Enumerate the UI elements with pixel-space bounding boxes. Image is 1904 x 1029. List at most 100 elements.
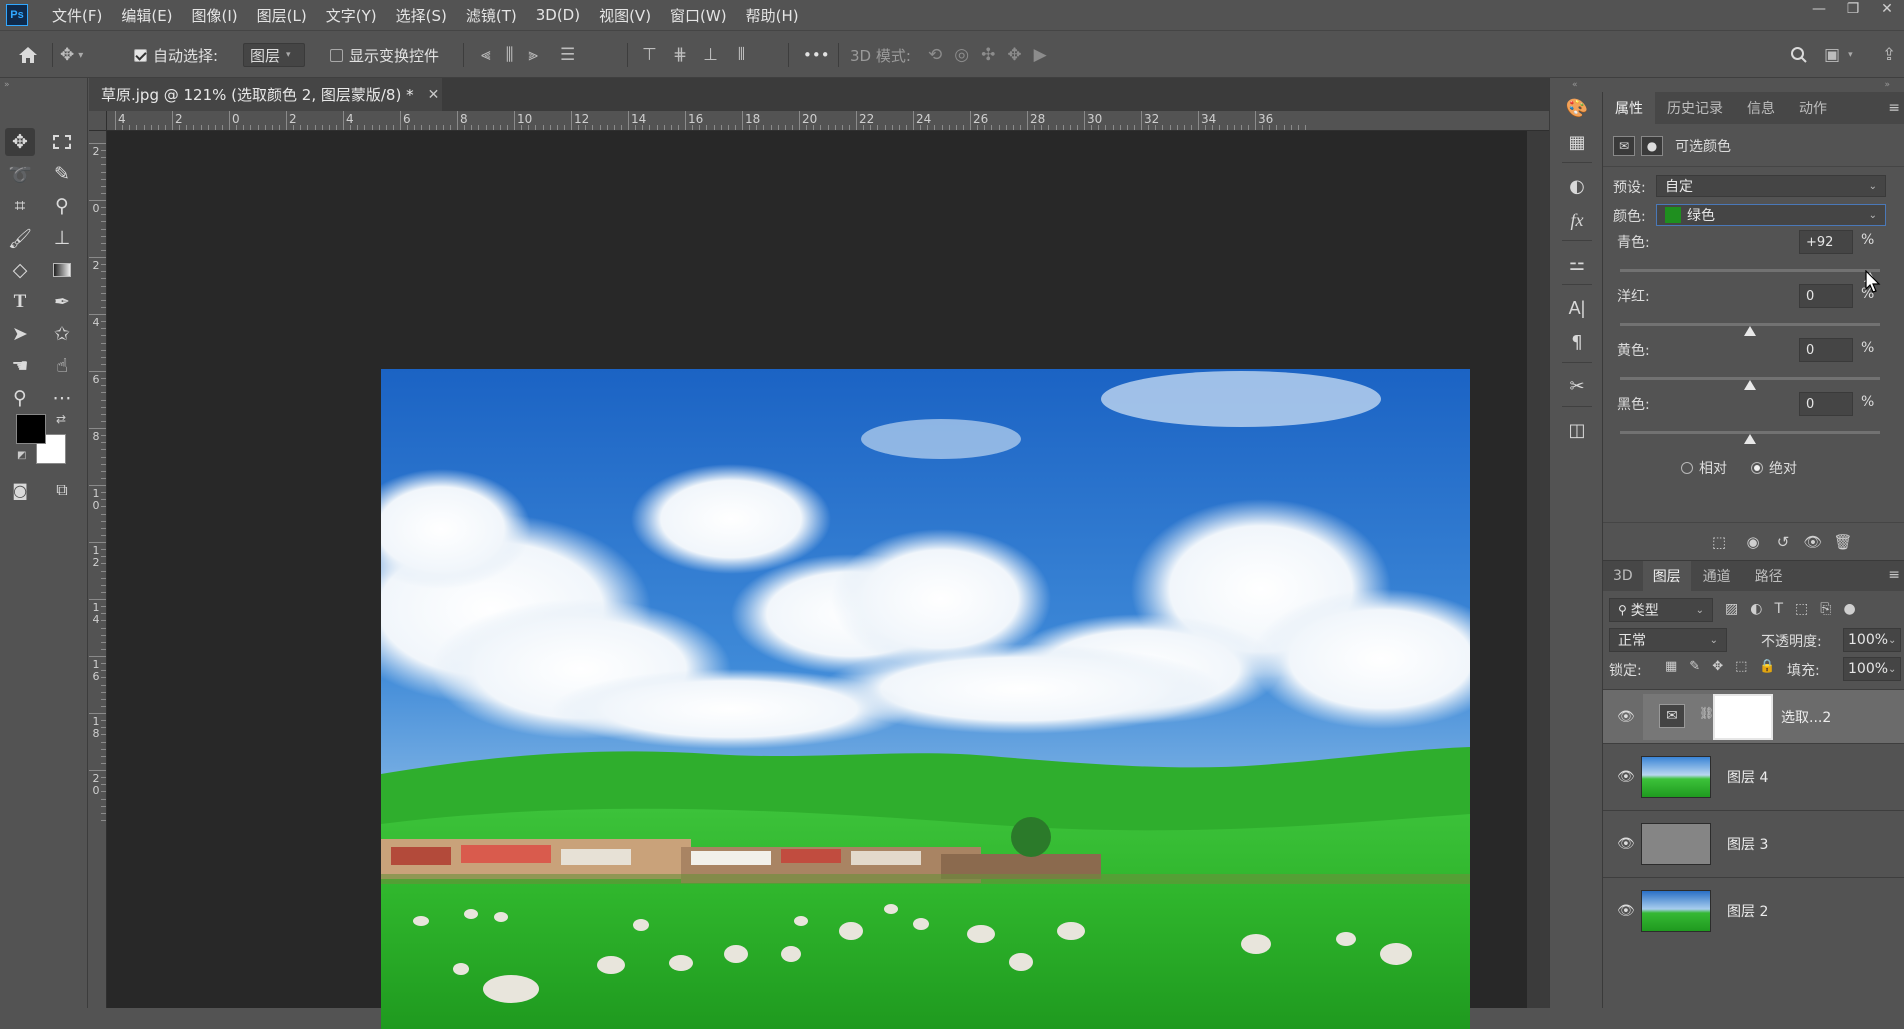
brush-tool-icon[interactable]: 🖌 — [5, 224, 35, 252]
tab-info[interactable]: 信息 — [1735, 92, 1787, 124]
paragraph-icon[interactable]: ¶ — [1563, 328, 1591, 356]
tab-layers[interactable]: 图层 — [1642, 561, 1691, 591]
filter-toggle-icon[interactable]: ● — [1843, 601, 1855, 617]
share-button[interactable]: ⇪ — [1882, 31, 1896, 79]
align-right-icon[interactable]: ⫸ — [528, 45, 538, 65]
cyan-slider-track[interactable] — [1620, 269, 1880, 272]
link-icon[interactable]: ⛓ — [1699, 706, 1714, 720]
opacity-input[interactable]: 100% ⌄ — [1843, 628, 1901, 652]
layer-filter-dropdown[interactable]: ⚲ 类型 ⌄ — [1609, 598, 1713, 622]
lasso-tool-icon[interactable]: ➰ — [5, 160, 35, 188]
menu-window[interactable]: 窗口(W) — [670, 5, 727, 26]
artboard-icon[interactable]: ◫ — [1563, 416, 1591, 444]
delete-adjustment-icon[interactable]: 🗑 — [1831, 530, 1855, 554]
distribute-vertical-icon[interactable]: ⫴ — [738, 45, 745, 65]
selective-color-icon[interactable]: ✉ — [1613, 136, 1635, 156]
swap-colors-icon[interactable]: ⇄ — [56, 412, 66, 426]
adjustments-icon[interactable]: ◐ — [1563, 172, 1591, 200]
path-select-tool-icon[interactable]: ➤ — [5, 320, 35, 348]
smudge-tool-icon[interactable]: ☝ — [47, 352, 77, 380]
method-absolute-radio[interactable] — [1751, 462, 1763, 474]
collapse-icon[interactable]: » — [4, 80, 10, 90]
menu-image[interactable]: 图像(I) — [192, 5, 238, 26]
tab-properties[interactable]: 属性 — [1603, 92, 1655, 124]
menu-3d[interactable]: 3D(D) — [536, 6, 580, 24]
camera-3d-icon[interactable]: ▶ — [1034, 45, 1047, 65]
screen-mode-icon[interactable]: ⧉ — [47, 476, 77, 504]
layer-name[interactable]: 图层 4 — [1727, 767, 1768, 787]
color-palette-icon[interactable]: 🎨 — [1563, 94, 1591, 122]
align-bottom-icon[interactable]: ⊥ — [703, 45, 718, 65]
filter-type-icon[interactable]: T — [1774, 601, 1783, 617]
shape-tool-icon[interactable]: ✩ — [47, 320, 77, 348]
show-transform-checkbox[interactable] — [330, 48, 343, 62]
layer-row-2[interactable]: 👁 图层 2 — [1603, 877, 1904, 944]
yellow-value-input[interactable]: 0 — [1799, 338, 1853, 362]
filter-pixel-icon[interactable]: ▨ — [1725, 601, 1738, 617]
tab-actions[interactable]: 动作 — [1787, 92, 1839, 124]
restore-button[interactable]: ❐ — [1836, 0, 1870, 18]
lock-all-icon[interactable]: 🔒 — [1759, 659, 1775, 674]
visibility-icon[interactable]: 👁 — [1801, 530, 1825, 554]
eraser-tool-icon[interactable]: ◇ — [5, 256, 35, 284]
layer-name[interactable]: 图层 3 — [1727, 834, 1768, 854]
panel-menu-icon[interactable]: ≡ — [1888, 100, 1900, 116]
zoom-tool-icon[interactable]: ⚲ — [5, 384, 35, 412]
character-icon[interactable]: A| — [1563, 294, 1591, 322]
filter-adjustment-icon[interactable]: ◐ — [1750, 601, 1762, 617]
tab-history[interactable]: 历史记录 — [1655, 92, 1735, 124]
gradient-tool-icon[interactable] — [47, 256, 77, 284]
visibility-eye-icon[interactable]: 👁 — [1617, 903, 1635, 919]
more-tools-icon[interactable]: ⋯ — [47, 384, 77, 412]
layer-row-selective-color[interactable]: 👁 ✉ ⛓ 选取...2 — [1603, 689, 1904, 743]
collapse-panel-icon[interactable]: » — [1884, 80, 1890, 90]
cyan-value-input[interactable]: +92 — [1799, 230, 1853, 254]
auto-select-toggle[interactable]: 自动选择: — [134, 31, 218, 79]
type-tool-icon[interactable]: T — [5, 288, 35, 316]
align-left-icon[interactable]: ⫷ — [481, 45, 491, 65]
menu-edit[interactable]: 编辑(E) — [121, 5, 172, 26]
layer-row-3[interactable]: 👁 图层 3 — [1603, 810, 1904, 877]
magenta-value-input[interactable]: 0 — [1799, 284, 1853, 308]
method-absolute-option[interactable]: 绝对 — [1751, 458, 1797, 478]
menu-filter[interactable]: 滤镜(T) — [466, 5, 517, 26]
vertical-ruler[interactable]: 2 0 2 4 6 8 1 0 1 2 1 4 1 6 1 8 2 0 — [89, 131, 107, 1008]
clip-to-layer-icon[interactable]: ⬚ — [1707, 530, 1731, 554]
drag-3d-icon[interactable]: ✣ — [981, 45, 995, 65]
crop-tool-icon[interactable]: ⌗ — [5, 192, 35, 220]
align-middle-icon[interactable]: ⋕ — [673, 45, 687, 65]
lock-transparency-icon[interactable]: ▦ — [1665, 659, 1677, 674]
align-center-icon[interactable]: ⫼ — [506, 45, 514, 65]
tab-3d[interactable]: 3D — [1603, 561, 1643, 591]
move-tool-preset[interactable]: ✥ ▾ — [60, 31, 83, 79]
horizontal-ruler[interactable]: 4 2 0 2 4 6 8 10 12 14 16 18 20 22 24 26 28 30 32 34 36 — [107, 111, 1549, 131]
view-previous-icon[interactable]: ◉ — [1741, 530, 1765, 554]
tab-paths[interactable]: 路径 — [1743, 561, 1795, 591]
quick-select-tool-icon[interactable]: ✎ — [47, 160, 77, 188]
menu-file[interactable]: 文件(F) — [52, 5, 102, 26]
align-top-icon[interactable]: ⊤ — [642, 45, 657, 65]
eyedropper-tool-icon[interactable]: ⚲ — [47, 192, 77, 220]
menu-select[interactable]: 选择(S) — [396, 5, 447, 26]
ruler-origin[interactable] — [89, 111, 107, 131]
workspace-button[interactable]: ▣ ▾ — [1824, 31, 1853, 79]
foreground-color-swatch[interactable] — [16, 414, 46, 444]
close-icon[interactable]: ✕ — [428, 87, 440, 103]
method-relative-option[interactable]: 相对 — [1681, 458, 1727, 478]
fill-input[interactable]: 100% ⌄ — [1843, 657, 1901, 681]
expand-panels-icon[interactable]: « — [1572, 80, 1578, 90]
libraries-icon[interactable]: ⚍ — [1563, 250, 1591, 278]
show-transform-toggle[interactable]: 显示变换控件 — [330, 31, 439, 79]
visibility-eye-icon[interactable]: 👁 — [1617, 709, 1635, 725]
layer-mask-thumbnail[interactable] — [1713, 694, 1773, 740]
menu-type[interactable]: 文字(Y) — [326, 5, 377, 26]
default-colors-icon[interactable]: ◩ — [17, 450, 26, 461]
slide-3d-icon[interactable]: ✥ — [1007, 45, 1021, 65]
menu-layer[interactable]: 图层(L) — [257, 5, 307, 26]
distribute-icon[interactable]: ☰ — [560, 45, 575, 65]
menu-help[interactable]: 帮助(H) — [746, 5, 799, 26]
black-value-input[interactable]: 0 — [1799, 392, 1853, 416]
reset-icon[interactable]: ↺ — [1771, 530, 1795, 554]
canvas-scrollbar[interactable] — [1527, 131, 1549, 1008]
home-button[interactable] — [18, 31, 38, 79]
